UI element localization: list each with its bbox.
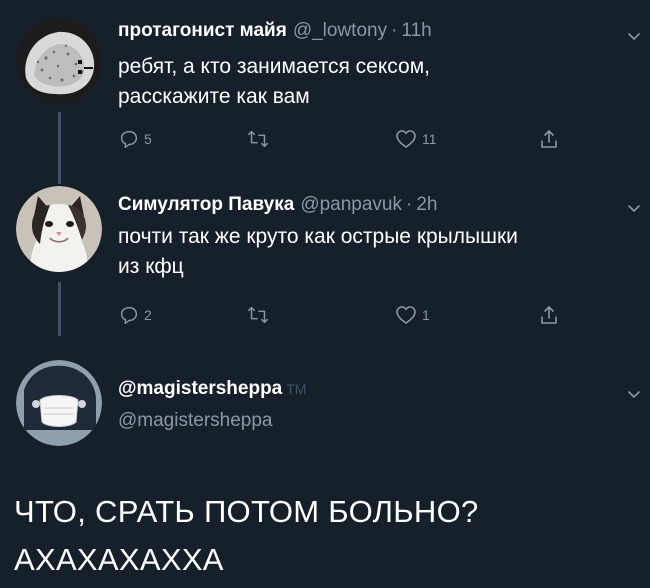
- avatar-rock[interactable]: [16, 18, 102, 104]
- tweet-header: @magistersheppa TM: [118, 378, 306, 400]
- retweet-button[interactable]: [246, 304, 270, 326]
- tweet-text-line: расскажите как вам: [118, 85, 310, 108]
- display-name[interactable]: протагонист майя: [118, 20, 287, 41]
- user-handle[interactable]: @panpavuk: [300, 194, 402, 215]
- dot-separator: ·: [406, 194, 413, 215]
- reply-icon: [120, 130, 138, 148]
- share-button[interactable]: [538, 304, 560, 326]
- reply-count: 5: [144, 131, 152, 147]
- chevron-down-icon[interactable]: [626, 386, 642, 402]
- main-tweet-line: АХАХАХАХХА: [14, 542, 224, 577]
- thread-line: [58, 282, 61, 336]
- tweet-text-line: почти так же круто как острые крылышки: [118, 225, 518, 248]
- chevron-down-icon[interactable]: [626, 200, 642, 216]
- reply-icon: [120, 306, 138, 324]
- like-count: 11: [422, 131, 437, 147]
- retweet-button[interactable]: [246, 128, 270, 150]
- trademark-label: TM: [286, 381, 307, 397]
- tweet-1[interactable]: протагонист майя @_lowtony · 11h ребят, а к…: [0, 0, 650, 170]
- tweet-text-line: из кфц: [118, 255, 184, 278]
- display-name[interactable]: @magistersheppa: [118, 378, 282, 399]
- tweet-text-line: ребят, а кто занимается сексом,: [118, 55, 430, 78]
- share-button[interactable]: [538, 128, 560, 150]
- avatar-masked[interactable]: [16, 360, 102, 446]
- tweet-actions: 5 11: [118, 128, 578, 152]
- tweet-actions: 2 1: [118, 304, 578, 328]
- masked-avatar-icon: [16, 360, 102, 446]
- cat-avatar-icon: [16, 186, 102, 272]
- thread-line: [58, 170, 61, 184]
- like-button[interactable]: 11: [394, 128, 437, 150]
- timestamp[interactable]: 2h: [416, 194, 437, 215]
- share-icon: [541, 130, 557, 148]
- like-button[interactable]: 1: [394, 304, 430, 326]
- user-handle[interactable]: @magistersheppa: [118, 410, 272, 432]
- user-handle[interactable]: @_lowtony: [293, 20, 387, 41]
- tweet-text: ребят, а кто занимается сексом, расскажи…: [118, 52, 618, 112]
- tweet-text: почти так же круто как острые крылышки и…: [118, 222, 618, 282]
- main-tweet-line: ЧТО, СРАТЬ ПОТОМ БОЛЬНО?: [14, 494, 479, 529]
- chevron-down-icon[interactable]: [626, 28, 642, 44]
- dot-separator: ·: [391, 20, 398, 41]
- tweet-2[interactable]: Симулятор Павука @panpavuk · 2h почти так ж…: [0, 170, 650, 350]
- reply-button[interactable]: 2: [118, 304, 152, 326]
- main-tweet-text: ЧТО, СРАТЬ ПОТОМ БОЛЬНО? АХАХАХАХХА: [14, 488, 634, 584]
- avatar-cat[interactable]: [16, 186, 102, 272]
- retweet-icon: [248, 130, 268, 148]
- timestamp[interactable]: 11h: [401, 20, 431, 41]
- display-name[interactable]: Симулятор Павука: [118, 194, 294, 215]
- retweet-icon: [248, 306, 268, 324]
- like-count: 1: [422, 307, 430, 323]
- reply-count: 2: [144, 307, 152, 323]
- heart-icon: [396, 130, 416, 148]
- tweet-header: Симулятор Павука @panpavuk · 2h: [118, 194, 437, 216]
- tweet-header: протагонист майя @_lowtony · 11h: [118, 20, 432, 42]
- share-icon: [541, 306, 557, 324]
- rock-avatar-icon: [16, 18, 102, 104]
- heart-icon: [396, 306, 416, 324]
- reply-button[interactable]: 5: [118, 128, 152, 150]
- thread-line: [58, 112, 61, 170]
